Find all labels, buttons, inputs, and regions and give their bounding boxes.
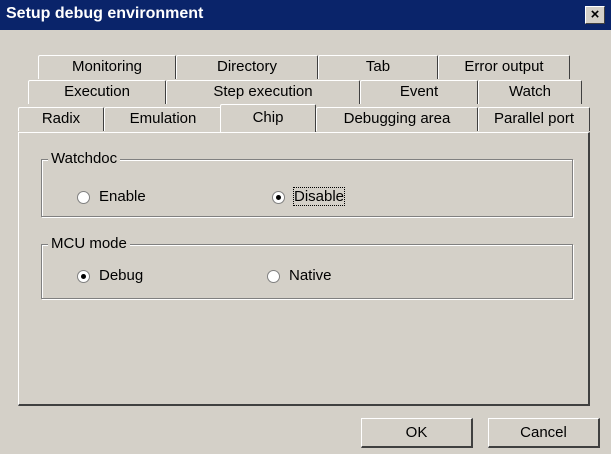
setup-debug-dialog: Setup debug environment × Monitoring Dir… <box>0 0 611 454</box>
tab-emulation[interactable]: Emulation <box>104 107 222 131</box>
tab-step-execution[interactable]: Step execution <box>166 80 360 104</box>
mcu-mode-legend: MCU mode <box>48 235 130 252</box>
tab-tab[interactable]: Tab <box>318 55 438 79</box>
radio-checked-icon <box>77 270 90 283</box>
radio-checked-icon <box>272 191 285 204</box>
tab-watch[interactable]: Watch <box>478 80 582 104</box>
tab-parallel-port[interactable]: Parallel port <box>478 107 590 131</box>
native-label: Native <box>289 267 332 284</box>
tab-radix[interactable]: Radix <box>18 107 104 131</box>
disable-label: Disable <box>292 187 346 206</box>
close-icon[interactable]: × <box>585 6 605 24</box>
window-title: Setup debug environment <box>6 5 204 22</box>
ok-button[interactable]: OK <box>361 418 473 448</box>
tab-monitoring[interactable]: Monitoring <box>38 55 176 79</box>
tab-event[interactable]: Event <box>360 80 478 104</box>
enable-label: Enable <box>99 188 146 205</box>
tab-execution[interactable]: Execution <box>28 80 166 104</box>
watchdog-group: Watchdoc Enable Disable <box>41 150 573 217</box>
mcu-mode-group: MCU mode Debug Native <box>41 235 573 299</box>
radio-unchecked-icon <box>77 191 90 204</box>
title-bar: Setup debug environment × <box>0 0 611 30</box>
tab-error-output[interactable]: Error output <box>438 55 570 79</box>
radio-unchecked-icon <box>267 270 280 283</box>
tab-debugging-area[interactable]: Debugging area <box>316 107 478 131</box>
tab-chip[interactable]: Chip <box>220 104 316 132</box>
cancel-button[interactable]: Cancel <box>488 418 600 448</box>
debug-label: Debug <box>99 267 144 284</box>
watchdog-legend: Watchdoc <box>48 150 121 167</box>
tab-directory[interactable]: Directory <box>176 55 318 79</box>
chip-tab-panel: Watchdoc Enable Disable MCU mode Debug N… <box>18 132 590 406</box>
